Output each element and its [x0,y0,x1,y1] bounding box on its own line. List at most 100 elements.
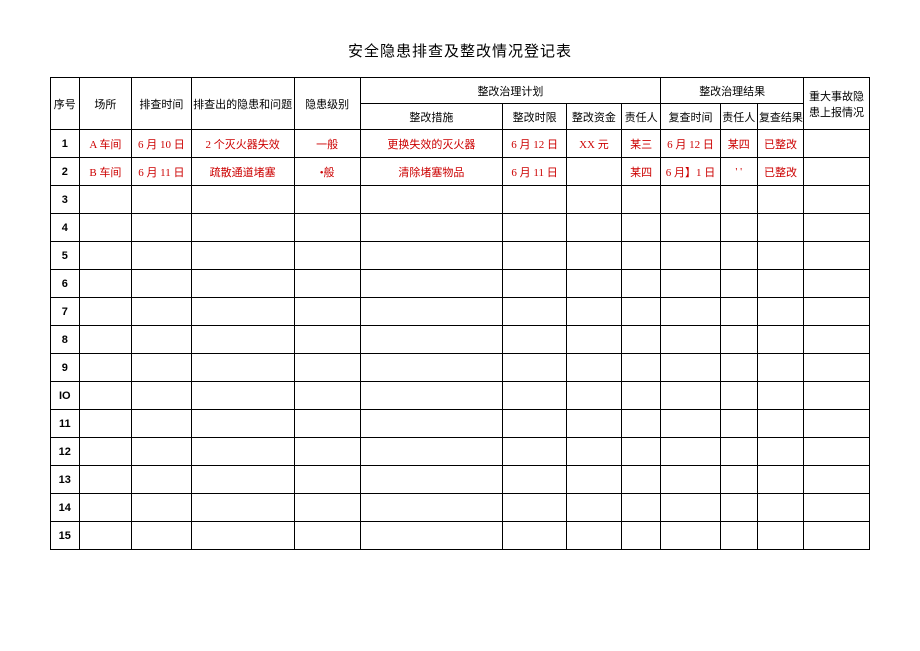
cell-recheck_res [757,438,803,466]
cell-measure [360,410,503,438]
cell-report [804,242,870,270]
cell-level [294,438,360,466]
cell-resp1 [621,242,661,270]
cell-recheck_res [757,242,803,270]
hdr-result-group: 整改治理结果 [661,78,804,104]
table-row: 3 [51,186,870,214]
cell-resp2 [720,382,757,410]
cell-measure [360,242,503,270]
cell-deadline [503,466,567,494]
cell-recheck_time [661,214,720,242]
hdr-level: 隐患级别 [294,78,360,130]
cell-report [804,214,870,242]
cell-level [294,466,360,494]
cell-resp1 [621,214,661,242]
cell-recheck_time: 6 月】1 日 [661,158,720,186]
hdr-plan-group: 整改治理计划 [360,78,661,104]
cell-location [79,270,132,298]
table-row: 12 [51,438,870,466]
cell-seq: 5 [51,242,80,270]
cell-inspect_time [132,522,191,550]
cell-inspect_time [132,410,191,438]
hdr-report: 重大事故隐患上报情况 [804,78,870,130]
table-row: 15 [51,522,870,550]
cell-resp1 [621,298,661,326]
cell-measure [360,354,503,382]
cell-funds [566,382,621,410]
cell-resp1 [621,410,661,438]
cell-recheck_time [661,466,720,494]
table-row: 11 [51,410,870,438]
cell-report [804,438,870,466]
hdr-issue: 排查出的隐患和问题 [191,78,294,130]
cell-deadline: 6 月 12 日 [503,130,567,158]
cell-resp1 [621,382,661,410]
page-title: 安全隐患排查及整改情况登记表 [50,40,870,61]
cell-issue: 2 个灭火器失效 [191,130,294,158]
cell-recheck_time [661,354,720,382]
cell-recheck_res [757,522,803,550]
cell-level [294,494,360,522]
hdr-inspect-time: 排查时间 [132,78,191,130]
cell-measure: 清除堵塞物品 [360,158,503,186]
cell-inspect_time [132,354,191,382]
cell-resp2 [720,326,757,354]
cell-recheck_time: 6 月 12 日 [661,130,720,158]
hdr-seq: 序号 [51,78,80,130]
cell-measure [360,298,503,326]
cell-recheck_res [757,494,803,522]
cell-recheck_res [757,186,803,214]
cell-measure [360,214,503,242]
cell-report [804,522,870,550]
cell-issue [191,522,294,550]
cell-recheck_time [661,270,720,298]
table-row: 9 [51,354,870,382]
cell-issue [191,214,294,242]
cell-recheck_res [757,354,803,382]
cell-resp2 [720,214,757,242]
cell-seq: 2 [51,158,80,186]
cell-seq: 3 [51,186,80,214]
cell-funds [566,438,621,466]
cell-resp2 [720,522,757,550]
cell-issue [191,242,294,270]
cell-seq: 6 [51,270,80,298]
cell-level [294,298,360,326]
cell-seq: 1 [51,130,80,158]
table-row: 2B 车间6 月 11 日疏散通道堵塞•般清除堵塞物品6 月 11 日某四6 月… [51,158,870,186]
cell-level [294,382,360,410]
cell-report [804,326,870,354]
cell-resp1 [621,186,661,214]
cell-deadline [503,410,567,438]
cell-location: B 车间 [79,158,132,186]
cell-resp2 [720,438,757,466]
cell-inspect_time [132,298,191,326]
cell-deadline: 6 月 11 日 [503,158,567,186]
cell-level: •般 [294,158,360,186]
hazard-table: 序号 场所 排查时间 排查出的隐患和问题 隐患级别 整改治理计划 整改治理结果 … [50,77,870,550]
cell-resp2 [720,270,757,298]
cell-funds [566,270,621,298]
cell-issue [191,186,294,214]
cell-deadline [503,494,567,522]
hdr-resp1: 责任人 [621,104,661,130]
cell-deadline [503,354,567,382]
cell-recheck_time [661,298,720,326]
hdr-recheck-res: 复查结果 [757,104,803,130]
cell-deadline [503,326,567,354]
cell-issue [191,270,294,298]
cell-deadline [503,242,567,270]
cell-resp1 [621,466,661,494]
cell-recheck_res [757,326,803,354]
cell-resp1 [621,326,661,354]
cell-deadline [503,270,567,298]
cell-recheck_time [661,382,720,410]
cell-issue [191,298,294,326]
cell-recheck_res: 已整改 [757,158,803,186]
cell-recheck_res [757,298,803,326]
cell-report [804,354,870,382]
hdr-location: 场所 [79,78,132,130]
cell-location [79,186,132,214]
cell-seq: 8 [51,326,80,354]
hdr-recheck-time: 复查时间 [661,104,720,130]
